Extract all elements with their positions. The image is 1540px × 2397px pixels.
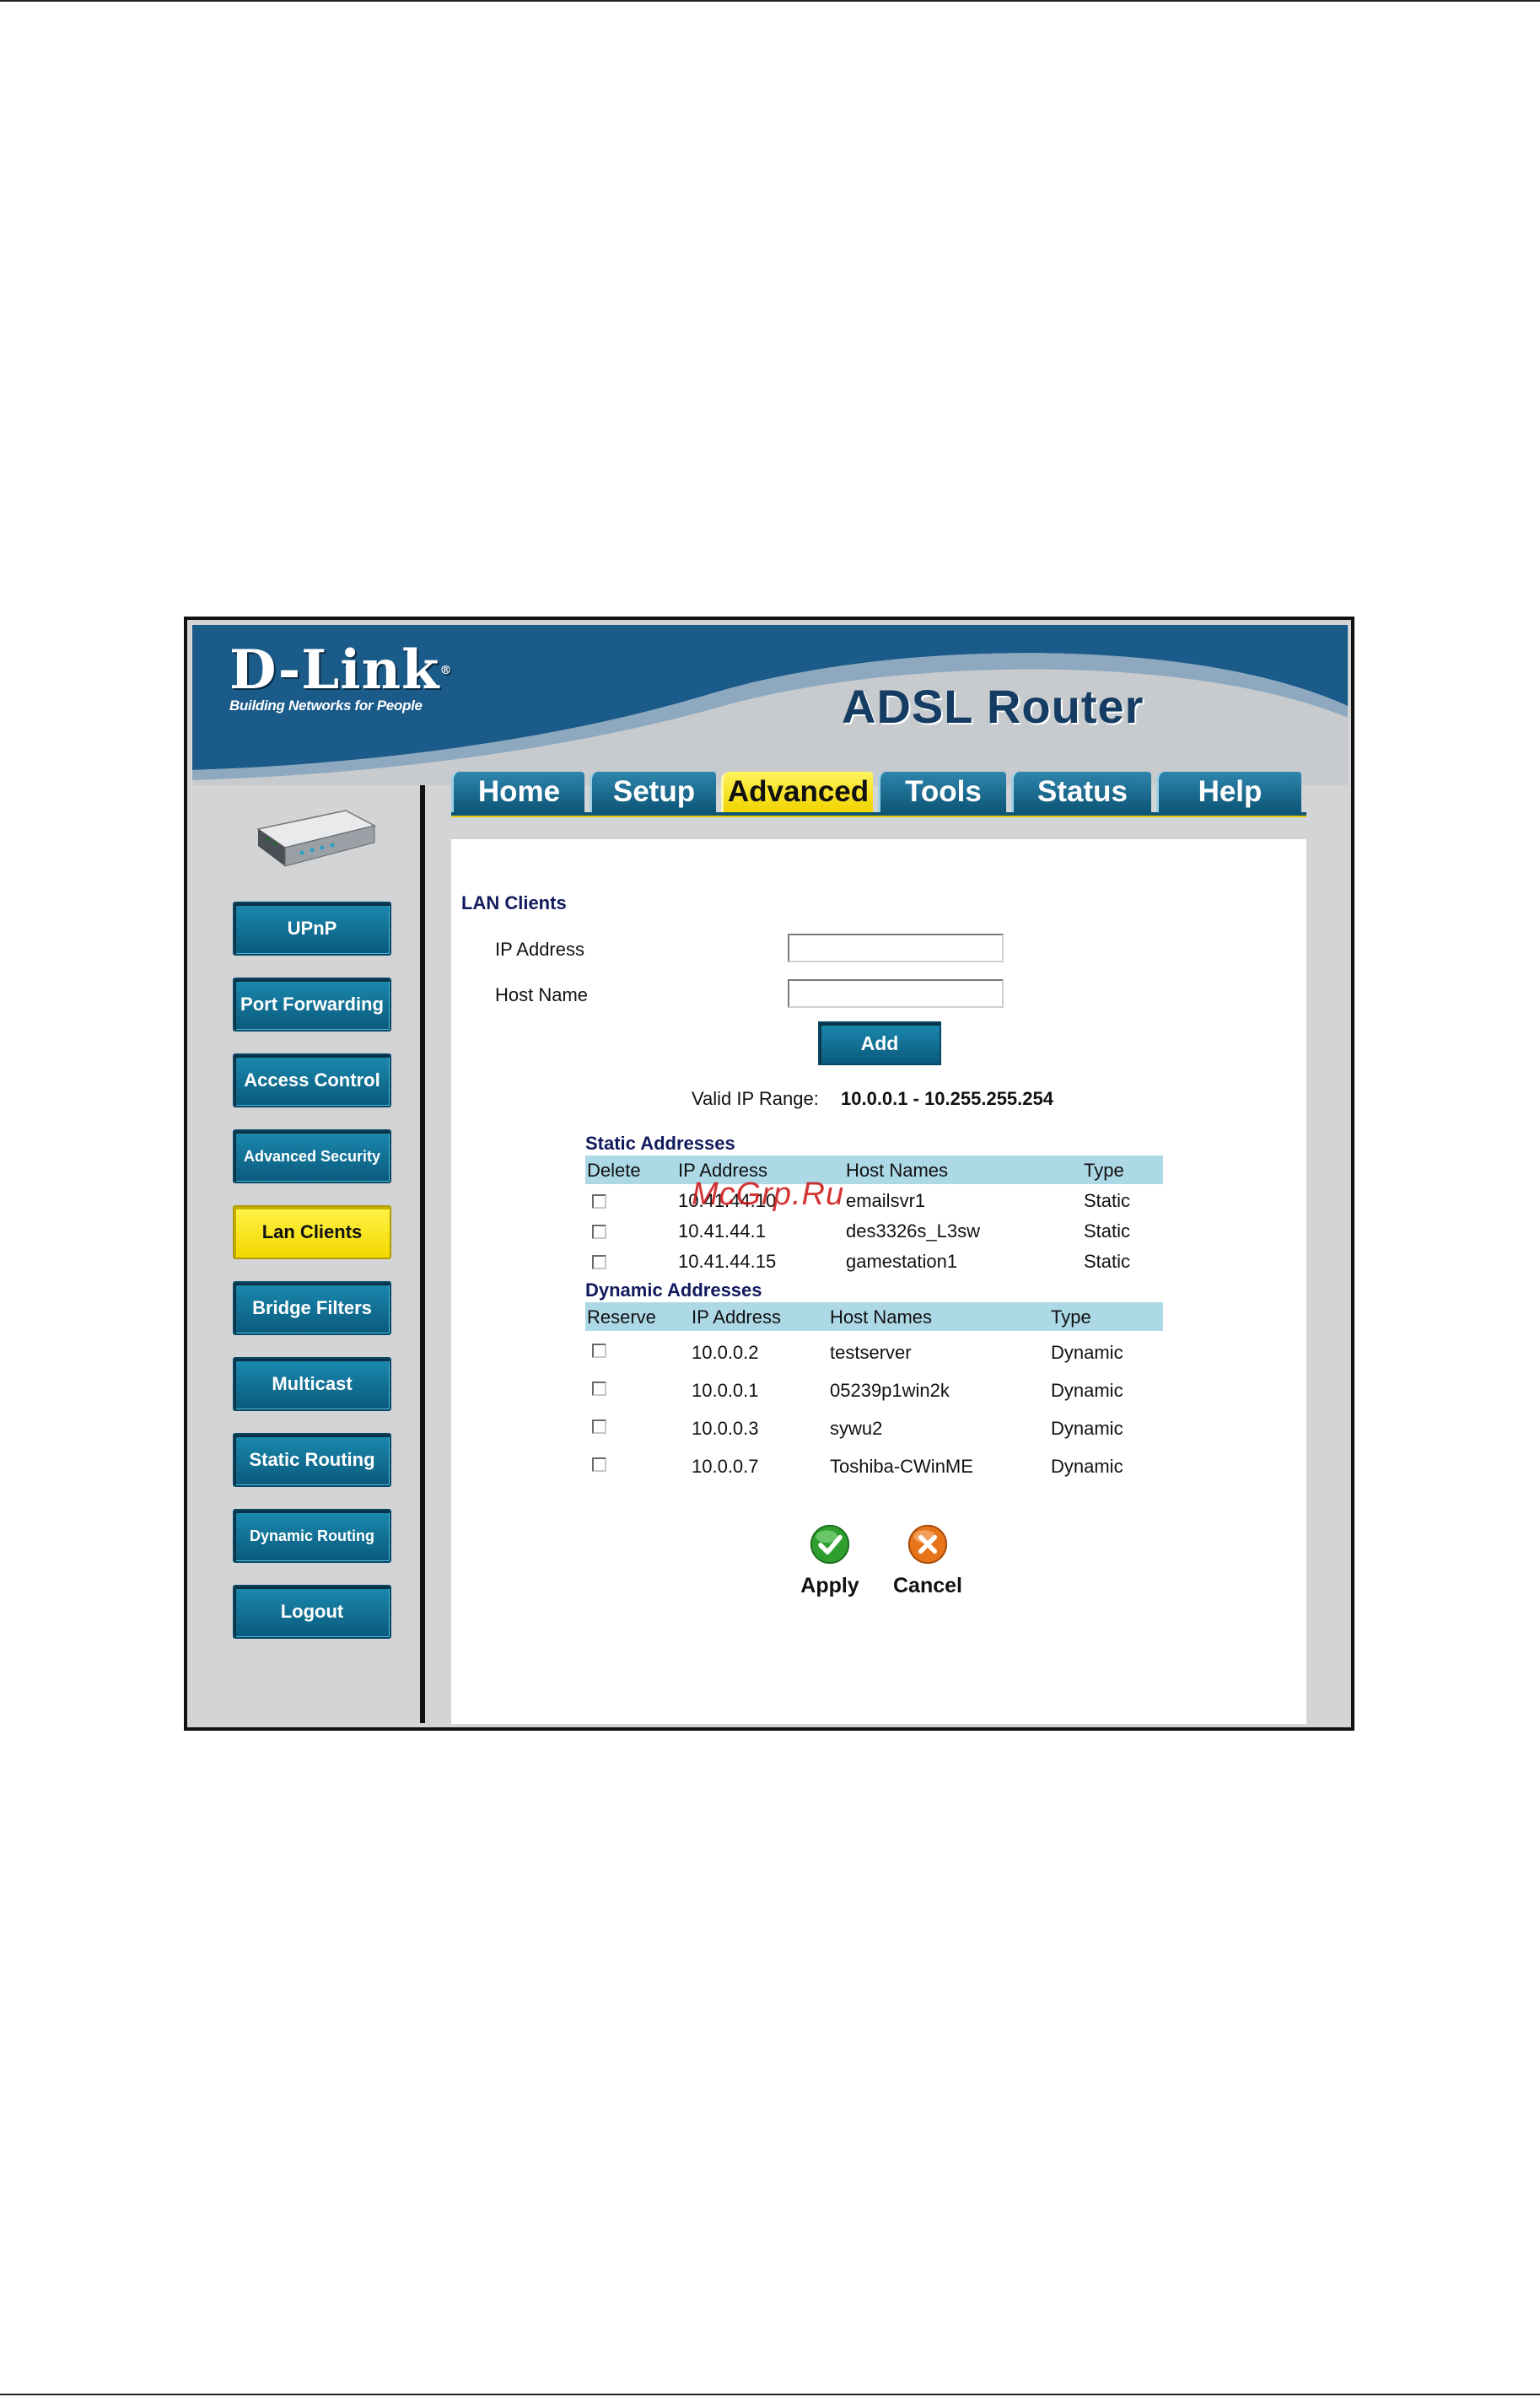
- dynamic-header-ip: IP Address: [692, 1306, 781, 1328]
- dynamic-header-reserve: Reserve: [587, 1306, 656, 1328]
- product-title: ADSL Router: [842, 680, 1144, 733]
- dynamic-table-header: Reserve IP Address Host Names Type: [585, 1302, 1163, 1331]
- dynamic-host-2: 05239p1win2k: [830, 1380, 950, 1401]
- tab-home[interactable]: Home: [451, 772, 584, 812]
- dynamic-reserve-checkbox-3[interactable]: [592, 1419, 606, 1434]
- static-table-header: Delete IP Address Host Names Type: [585, 1155, 1163, 1184]
- static-header-type: Type: [1084, 1160, 1124, 1181]
- sidebar-item-dynamic-routing[interactable]: Dynamic Routing: [233, 1509, 391, 1563]
- static-header-delete: Delete: [587, 1160, 641, 1181]
- tab-status[interactable]: Status: [1011, 772, 1151, 812]
- static-delete-checkbox-3[interactable]: [592, 1255, 606, 1269]
- dynamic-type-4: Dynamic: [1051, 1456, 1123, 1477]
- static-delete-checkbox-1[interactable]: [592, 1194, 606, 1209]
- lan-clients-title: LAN Clients: [461, 892, 567, 913]
- static-host-1: emailsvr1: [846, 1190, 926, 1211]
- cancel-button[interactable]: Cancel: [886, 1524, 970, 1598]
- sidebar-item-bridge-filters[interactable]: Bridge Filters: [233, 1281, 391, 1335]
- static-ip-2: 10.41.44.1: [678, 1220, 766, 1242]
- sidebar-item-advanced-security[interactable]: Advanced Security: [233, 1129, 391, 1183]
- brand-mark: ®: [439, 664, 453, 677]
- header-banner: D-Link® Building Networks for People ADS…: [192, 625, 1348, 785]
- dynamic-addresses-title: Dynamic Addresses: [585, 1279, 762, 1301]
- host-name-label: Host Name: [495, 984, 589, 1005]
- dynamic-host-1: testserver: [830, 1342, 912, 1363]
- dynamic-host-4: Toshiba-CWinME: [830, 1456, 973, 1477]
- sidebar: UPnP Port Forwarding Access Control Adva…: [192, 785, 420, 1726]
- dynamic-header-type: Type: [1051, 1306, 1091, 1328]
- dlink-logo: D-Link® Building Networks for People: [229, 644, 452, 714]
- brand-name: D-Link: [229, 638, 440, 702]
- watermark-text: McGrp.Ru: [692, 1177, 845, 1212]
- router-device-icon: [256, 810, 377, 867]
- dynamic-reserve-checkbox-1[interactable]: [592, 1344, 606, 1358]
- static-type-1: Static: [1084, 1190, 1131, 1211]
- valid-ip-range-label: Valid IP Range:: [692, 1088, 819, 1109]
- apply-button[interactable]: Apply: [792, 1524, 868, 1598]
- dynamic-ip-3: 10.0.0.3: [692, 1418, 759, 1439]
- sidebar-item-upnp[interactable]: UPnP: [233, 902, 391, 956]
- ip-address-label: IP Address: [495, 939, 584, 960]
- brand-tagline: Building Networks for People: [229, 698, 423, 714]
- static-type-2: Static: [1084, 1220, 1131, 1242]
- sidebar-item-access-control[interactable]: Access Control: [233, 1053, 391, 1107]
- ip-address-input[interactable]: [788, 934, 1004, 962]
- dynamic-ip-1: 10.0.0.2: [692, 1342, 759, 1363]
- dynamic-reserve-checkbox-2[interactable]: [592, 1382, 606, 1396]
- valid-ip-range-value: 10.0.0.1 - 10.255.255.254: [841, 1088, 1053, 1109]
- static-type-3: Static: [1084, 1251, 1131, 1272]
- check-circle-icon: [810, 1524, 850, 1565]
- main-content: LAN Clients IP Address Host Name Add Val…: [451, 839, 1306, 1724]
- tab-advanced[interactable]: Advanced: [721, 772, 873, 812]
- dynamic-ip-2: 10.0.0.1: [692, 1380, 759, 1401]
- static-host-2: des3326s_L3sw: [846, 1220, 981, 1242]
- sidebar-item-lan-clients[interactable]: Lan Clients: [233, 1205, 391, 1259]
- dynamic-type-1: Dynamic: [1051, 1342, 1123, 1363]
- sidebar-item-port-forwarding[interactable]: Port Forwarding: [233, 978, 391, 1032]
- static-delete-checkbox-2[interactable]: [592, 1225, 606, 1239]
- host-name-input[interactable]: [788, 979, 1004, 1008]
- tab-setup[interactable]: Setup: [590, 772, 716, 812]
- sidebar-divider: [420, 785, 425, 1723]
- add-button[interactable]: Add: [818, 1021, 941, 1065]
- dynamic-ip-4: 10.0.0.7: [692, 1456, 759, 1477]
- dynamic-host-3: sywu2: [830, 1418, 883, 1439]
- static-addresses-title: Static Addresses: [585, 1133, 735, 1154]
- dynamic-type-3: Dynamic: [1051, 1418, 1123, 1439]
- router-window: D-Link® Building Networks for People ADS…: [184, 617, 1354, 1731]
- dynamic-header-host: Host Names: [830, 1306, 933, 1328]
- page-bottom-rule: [0, 2394, 1540, 2395]
- apply-label: Apply: [800, 1574, 859, 1597]
- static-ip-3: 10.41.44.15: [678, 1251, 777, 1272]
- top-tabs: Home Setup Advanced Tools Status Help: [451, 770, 1306, 843]
- tab-help[interactable]: Help: [1156, 772, 1301, 812]
- cancel-label: Cancel: [893, 1574, 962, 1597]
- static-header-host: Host Names: [846, 1160, 949, 1181]
- x-circle-icon: [907, 1524, 948, 1565]
- sidebar-item-multicast[interactable]: Multicast: [233, 1357, 391, 1411]
- tab-tools[interactable]: Tools: [878, 772, 1006, 812]
- sidebar-item-static-routing[interactable]: Static Routing: [233, 1433, 391, 1487]
- dynamic-type-2: Dynamic: [1051, 1380, 1123, 1401]
- page-top-rule: [0, 0, 1540, 2]
- sidebar-item-logout[interactable]: Logout: [233, 1585, 391, 1639]
- tab-underline-accent: [451, 816, 1306, 817]
- dynamic-reserve-checkbox-4[interactable]: [592, 1457, 606, 1472]
- static-host-3: gamestation1: [846, 1251, 958, 1272]
